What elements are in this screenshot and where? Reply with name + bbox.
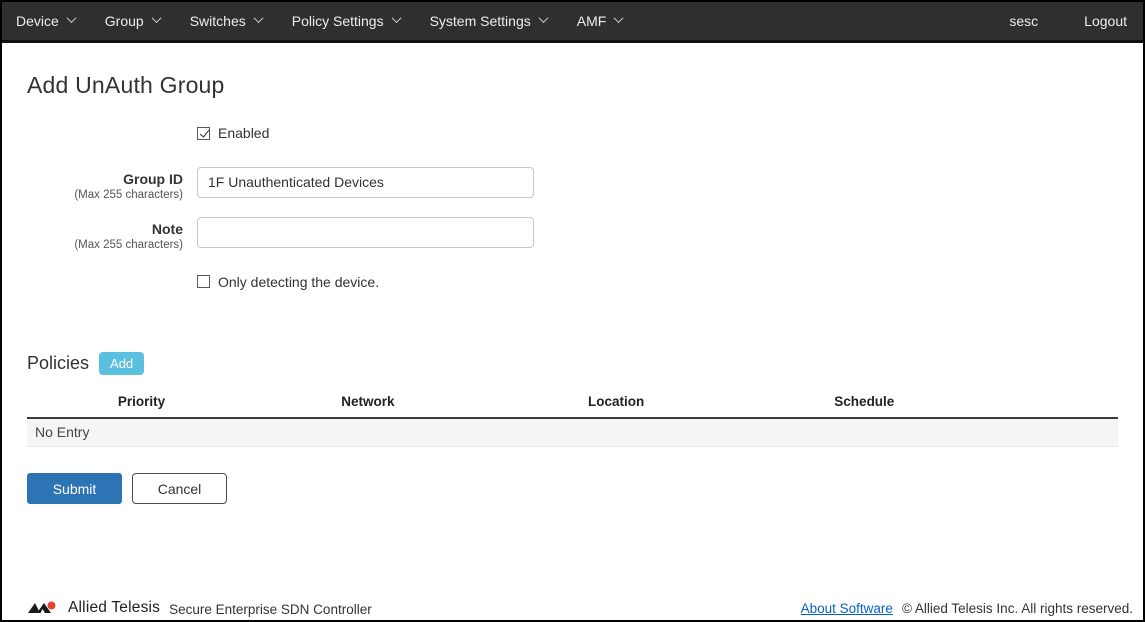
enabled-checkbox-label: Enabled: [218, 125, 270, 141]
chevron-down-icon: [253, 13, 264, 24]
main-content: Add UnAuth Group Enabled Group ID (Max 2…: [2, 72, 1143, 504]
footer-brand-group: Allied Telesis Secure Enterprise SDN Con…: [27, 599, 372, 617]
submit-button[interactable]: Submit: [27, 473, 122, 504]
cancel-button[interactable]: Cancel: [132, 473, 227, 504]
nav-item-label: Switches: [189, 13, 246, 29]
detect-checkbox-row: Only detecting the device.: [197, 267, 1118, 313]
group-id-input[interactable]: [197, 166, 534, 198]
no-entry-text: No Entry: [27, 418, 1118, 447]
group-id-hint: (Max 255 characters): [74, 188, 183, 201]
column-header-priority: Priority: [27, 389, 257, 419]
app-window: Device Group Switches Policy Settings Sy…: [0, 0, 1145, 622]
allied-telesis-logo-icon: [28, 601, 56, 613]
enabled-checkbox[interactable]: Enabled: [197, 125, 269, 141]
note-input-cell: [197, 216, 1118, 267]
column-header-network: Network: [256, 389, 480, 419]
checkbox-unchecked-icon[interactable]: [197, 275, 210, 288]
no-entry-row: No Entry: [27, 418, 1118, 447]
nav-item-label: Policy Settings: [291, 13, 384, 29]
policies-table-header-row: Priority Network Location Schedule: [27, 389, 1118, 419]
enabled-checkbox-row: Enabled: [197, 123, 1118, 167]
nav-right-group: sesc Logout: [1009, 13, 1127, 29]
group-id-label-cell: Group ID (Max 255 characters): [27, 167, 183, 203]
unauth-group-form: Enabled Group ID (Max 255 characters) No…: [27, 123, 1118, 312]
nav-item-label: Device: [16, 13, 59, 29]
nav-item-label: AMF: [576, 13, 607, 29]
nav-item-label: Group: [104, 13, 144, 29]
checkbox-checked-icon[interactable]: [197, 126, 210, 140]
chevron-down-icon: [66, 13, 77, 24]
group-id-input-cell: [197, 166, 1118, 217]
logged-in-username: sesc: [1009, 13, 1039, 29]
note-label-cell: Note (Max 255 characters): [27, 217, 183, 253]
form-actions: Submit Cancel: [27, 473, 1118, 504]
note-label: Note: [151, 220, 183, 237]
add-policy-button[interactable]: Add: [99, 352, 145, 375]
nav-item-device[interactable]: Device: [16, 13, 77, 29]
nav-item-amf[interactable]: AMF: [576, 13, 624, 29]
column-header-location: Location: [479, 389, 753, 419]
top-nav: Device Group Switches Policy Settings Sy…: [2, 2, 1143, 43]
note-input[interactable]: [197, 216, 534, 248]
chevron-down-icon: [613, 13, 624, 24]
group-id-label: Group ID: [123, 170, 183, 187]
note-hint: (Max 255 characters): [74, 238, 183, 251]
nav-item-switches[interactable]: Switches: [189, 13, 264, 29]
column-header-schedule: Schedule: [752, 389, 977, 419]
brand-name: Allied Telesis: [68, 599, 161, 616]
chevron-down-icon: [151, 13, 162, 24]
logout-button[interactable]: Logout: [1084, 13, 1127, 29]
policies-header: Policies Add: [27, 352, 1118, 375]
product-name: Secure Enterprise SDN Controller: [169, 601, 372, 617]
chevron-down-icon: [391, 13, 402, 24]
policies-heading: Policies: [27, 353, 90, 373]
page-title: Add UnAuth Group: [27, 72, 225, 98]
nav-item-group[interactable]: Group: [104, 13, 162, 29]
nav-item-system-settings[interactable]: System Settings: [429, 13, 549, 29]
footer: Allied Telesis Secure Enterprise SDN Con…: [27, 599, 1133, 617]
about-software-link[interactable]: About Software: [801, 601, 893, 616]
nav-item-policy-settings[interactable]: Policy Settings: [291, 13, 402, 29]
only-detecting-checkbox[interactable]: Only detecting the device.: [197, 274, 379, 290]
chevron-down-icon: [538, 13, 549, 24]
footer-legal-group: About Software © Allied Telesis Inc. All…: [801, 601, 1133, 616]
policies-table: Priority Network Location Schedule No En…: [27, 389, 1118, 447]
copyright-text: © Allied Telesis Inc. All rights reserve…: [901, 600, 1133, 616]
nav-item-label: System Settings: [429, 13, 531, 29]
column-header-actions: [976, 389, 1118, 419]
only-detecting-checkbox-label: Only detecting the device.: [218, 273, 380, 290]
